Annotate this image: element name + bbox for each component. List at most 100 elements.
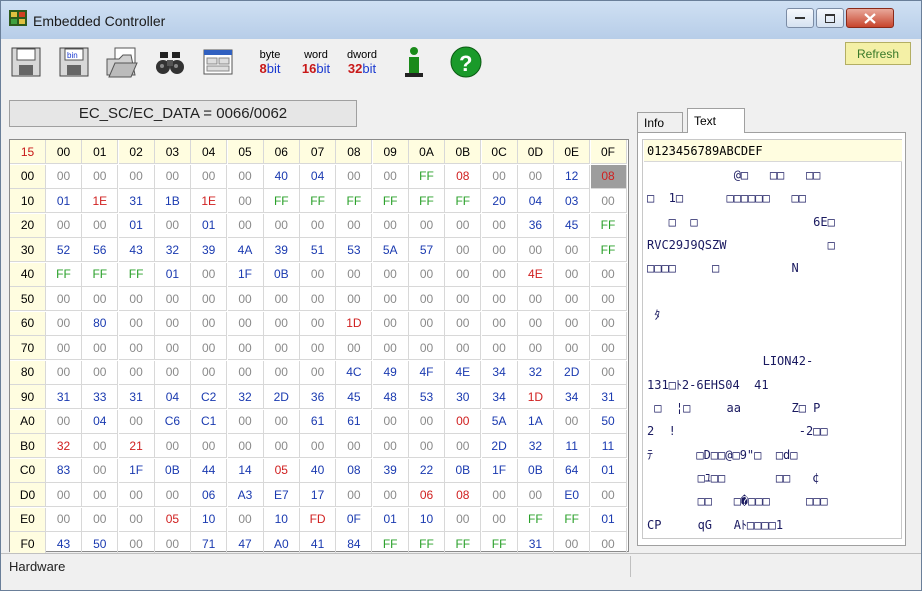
- register-cell[interactable]: 00: [46, 164, 82, 189]
- register-cell[interactable]: 00: [46, 409, 82, 434]
- register-cell[interactable]: 00: [336, 213, 373, 238]
- register-cell[interactable]: FD: [300, 507, 337, 532]
- register-cell[interactable]: 00: [300, 213, 337, 238]
- register-cell[interactable]: 11: [554, 434, 591, 458]
- register-cell[interactable]: 5A: [372, 238, 409, 262]
- register-cell[interactable]: 00: [263, 409, 300, 434]
- register-cell[interactable]: 31: [590, 385, 627, 409]
- register-cell[interactable]: 00: [154, 434, 191, 458]
- register-cell[interactable]: E0: [554, 483, 591, 507]
- register-cell[interactable]: 57: [409, 238, 445, 262]
- register-cell[interactable]: 00: [590, 336, 627, 360]
- register-cell[interactable]: 00: [118, 311, 155, 336]
- register-cell[interactable]: 0B: [445, 458, 482, 483]
- register-cell[interactable]: FF: [590, 213, 627, 238]
- register-cell[interactable]: 00: [46, 507, 82, 532]
- register-cell[interactable]: 00: [46, 336, 82, 360]
- dword-mode-button[interactable]: dword 32bit: [342, 42, 382, 82]
- register-cell[interactable]: 1E: [82, 189, 119, 213]
- register-cell[interactable]: 00: [481, 483, 518, 507]
- register-cell[interactable]: 40: [263, 164, 300, 189]
- register-cell[interactable]: 00: [118, 409, 155, 434]
- register-cell[interactable]: 00: [481, 213, 518, 238]
- register-cell[interactable]: 4F: [409, 360, 445, 385]
- register-cell[interactable]: 00: [372, 434, 409, 458]
- register-cell[interactable]: 4E: [445, 360, 482, 385]
- register-cell[interactable]: 08: [590, 164, 627, 189]
- register-cell[interactable]: 01: [46, 189, 82, 213]
- register-cell[interactable]: 06: [409, 483, 445, 507]
- register-cell[interactable]: 50: [590, 409, 627, 434]
- register-cell[interactable]: 30: [445, 385, 482, 409]
- register-cell[interactable]: 08: [445, 164, 482, 189]
- register-cell[interactable]: FF: [372, 189, 409, 213]
- register-cell[interactable]: 00: [590, 311, 627, 336]
- register-cell[interactable]: 32: [227, 385, 264, 409]
- open-button[interactable]: [102, 42, 142, 82]
- byte-mode-button[interactable]: byte 8bit: [250, 42, 290, 82]
- register-cell[interactable]: FF: [300, 189, 337, 213]
- register-cell[interactable]: 00: [554, 311, 591, 336]
- register-cell[interactable]: FF: [46, 262, 82, 287]
- register-cell[interactable]: 00: [336, 262, 373, 287]
- register-cell[interactable]: FF: [517, 507, 554, 532]
- register-cell[interactable]: FF: [445, 189, 482, 213]
- register-cell[interactable]: 48: [372, 385, 409, 409]
- register-cell[interactable]: 00: [517, 238, 554, 262]
- register-cell[interactable]: 14: [227, 458, 264, 483]
- register-cell[interactable]: 00: [372, 164, 409, 189]
- register-cell[interactable]: 00: [445, 287, 482, 311]
- register-cell[interactable]: 00: [227, 434, 264, 458]
- register-cell[interactable]: 00: [590, 189, 627, 213]
- register-cell[interactable]: 4A: [227, 238, 264, 262]
- register-cell[interactable]: 43: [118, 238, 155, 262]
- register-cell[interactable]: 00: [154, 287, 191, 311]
- register-cell[interactable]: 00: [409, 311, 445, 336]
- find-button[interactable]: [150, 42, 190, 82]
- register-cell[interactable]: 5A: [481, 409, 518, 434]
- register-cell[interactable]: 00: [590, 287, 627, 311]
- register-cell[interactable]: 00: [445, 262, 482, 287]
- register-cell[interactable]: 1F: [227, 262, 264, 287]
- register-cell[interactable]: FF: [409, 189, 445, 213]
- register-cell[interactable]: 83: [46, 458, 82, 483]
- register-cell[interactable]: 36: [300, 385, 337, 409]
- register-cell[interactable]: 00: [46, 311, 82, 336]
- register-cell[interactable]: 00: [154, 213, 191, 238]
- register-cell[interactable]: 00: [82, 483, 119, 507]
- register-cell[interactable]: 49: [372, 360, 409, 385]
- register-cell[interactable]: 00: [445, 409, 482, 434]
- register-cell[interactable]: 00: [82, 360, 119, 385]
- register-cell[interactable]: 4E: [517, 262, 554, 287]
- register-cell[interactable]: 00: [191, 434, 228, 458]
- register-cell[interactable]: 1F: [118, 458, 155, 483]
- register-cell[interactable]: 00: [554, 287, 591, 311]
- register-cell[interactable]: 00: [118, 336, 155, 360]
- register-cell[interactable]: 00: [300, 336, 337, 360]
- register-cell[interactable]: 34: [481, 360, 518, 385]
- register-cell[interactable]: 0F: [336, 507, 373, 532]
- register-cell[interactable]: C1: [191, 409, 228, 434]
- register-cell[interactable]: 31: [118, 385, 155, 409]
- register-cell[interactable]: 00: [481, 287, 518, 311]
- register-cell[interactable]: 00: [445, 311, 482, 336]
- register-cell[interactable]: 00: [263, 360, 300, 385]
- register-cell[interactable]: 00: [372, 483, 409, 507]
- register-cell[interactable]: 00: [227, 189, 264, 213]
- register-cell[interactable]: 00: [481, 262, 518, 287]
- register-cell[interactable]: 00: [481, 164, 518, 189]
- register-cell[interactable]: 00: [336, 164, 373, 189]
- register-cell[interactable]: 00: [154, 164, 191, 189]
- register-cell[interactable]: 00: [154, 483, 191, 507]
- register-cell[interactable]: 39: [191, 238, 228, 262]
- register-cell[interactable]: 32: [46, 434, 82, 458]
- register-cell[interactable]: 00: [554, 336, 591, 360]
- register-cell[interactable]: 34: [481, 385, 518, 409]
- register-cell[interactable]: 34: [554, 385, 591, 409]
- register-cell[interactable]: 36: [517, 213, 554, 238]
- register-cell[interactable]: 00: [82, 213, 119, 238]
- register-cell[interactable]: 00: [372, 336, 409, 360]
- help-button[interactable]: ?: [446, 42, 486, 82]
- register-cell[interactable]: 00: [372, 262, 409, 287]
- register-cell[interactable]: 00: [445, 434, 482, 458]
